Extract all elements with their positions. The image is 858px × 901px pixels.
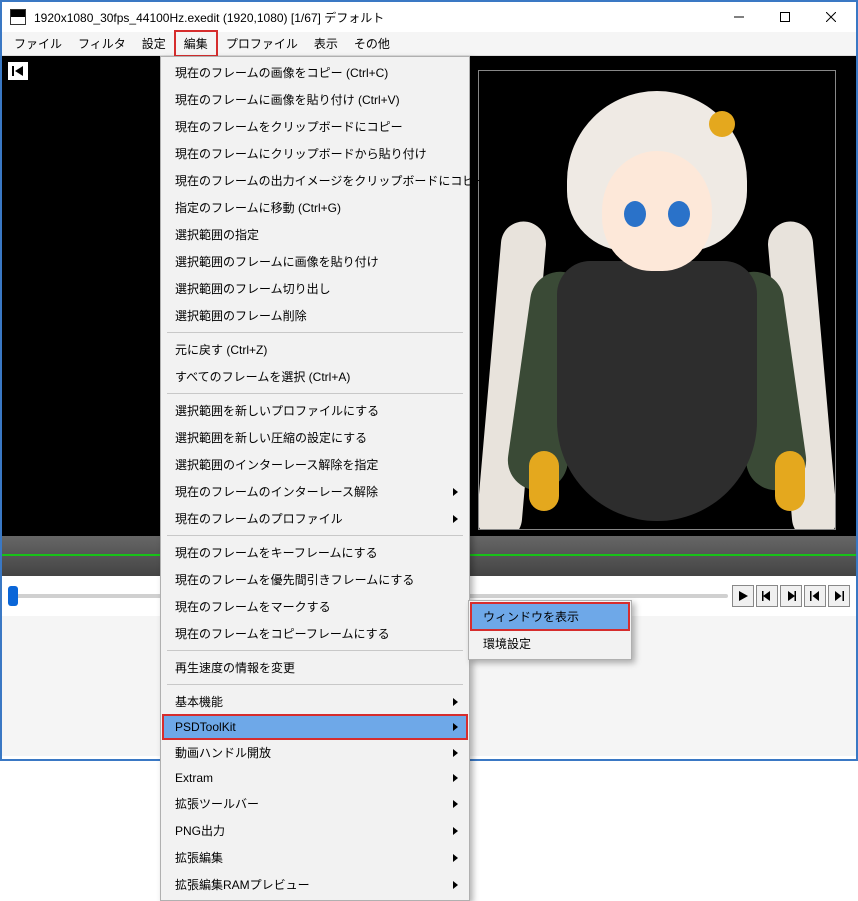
- edit-menu-item[interactable]: すべてのフレームを選択 (Ctrl+A): [163, 363, 467, 390]
- edit-menu-item[interactable]: 現在のフレームをキーフレームにする: [163, 539, 467, 566]
- edit-menu-item[interactable]: 現在のフレームのインターレース解除: [163, 478, 467, 505]
- edit-menu-item[interactable]: 基本機能: [163, 688, 467, 715]
- edit-menu-item[interactable]: 現在のフレームのプロファイル: [163, 505, 467, 532]
- menu-separator: [167, 650, 463, 651]
- edit-menu-item[interactable]: 現在のフレームの出力イメージをクリップボードにコピー: [163, 167, 467, 194]
- prev-frame-button[interactable]: [756, 585, 778, 607]
- seekbar-thumb[interactable]: [8, 586, 18, 606]
- window-controls: [716, 2, 854, 32]
- titlebar: 1920x1080_30fps_44100Hz.exedit (1920,108…: [2, 2, 856, 32]
- character-image: [479, 71, 835, 529]
- edit-menu-item[interactable]: PNG出力: [163, 817, 467, 844]
- menu-separator: [167, 684, 463, 685]
- window-title: 1920x1080_30fps_44100Hz.exedit (1920,108…: [32, 9, 716, 26]
- submenu-arrow-icon: [451, 723, 459, 731]
- edit-menu-item[interactable]: 指定のフレームに移動 (Ctrl+G): [163, 194, 467, 221]
- submenu-arrow-icon: [451, 774, 459, 782]
- submenu-arrow-icon: [451, 698, 459, 706]
- submenu-item[interactable]: 環境設定: [471, 630, 629, 657]
- menu-separator: [167, 535, 463, 536]
- menubar: ファイルフィルタ設定編集プロファイル表示その他: [2, 32, 856, 56]
- edit-menu-item[interactable]: PSDToolKit: [163, 715, 467, 739]
- close-button[interactable]: [808, 2, 854, 32]
- edit-menu-item[interactable]: 選択範囲を新しいプロファイルにする: [163, 397, 467, 424]
- menu-item-4[interactable]: プロファイル: [218, 32, 306, 55]
- menu-item-5[interactable]: 表示: [306, 32, 346, 55]
- edit-menu-item[interactable]: 現在のフレームをコピーフレームにする: [163, 620, 467, 647]
- edit-menu-item[interactable]: Extram: [163, 766, 467, 790]
- submenu-arrow-icon: [451, 515, 459, 523]
- seek-start-icon[interactable]: [8, 62, 28, 80]
- submenu-arrow-icon: [451, 881, 459, 889]
- menu-item-6[interactable]: その他: [346, 32, 398, 55]
- preview-left-strip: [2, 56, 34, 536]
- submenu-arrow-icon: [451, 749, 459, 757]
- play-button[interactable]: [732, 585, 754, 607]
- edit-dropdown: 現在のフレームの画像をコピー (Ctrl+C)現在のフレームに画像を貼り付け (…: [160, 56, 470, 901]
- menu-separator: [167, 393, 463, 394]
- submenu-arrow-icon: [451, 488, 459, 496]
- maximize-button[interactable]: [762, 2, 808, 32]
- edit-menu-item[interactable]: 選択範囲を新しい圧縮の設定にする: [163, 424, 467, 451]
- preview-canvas: [478, 70, 836, 530]
- edit-menu-item[interactable]: 拡張ツールバー: [163, 790, 467, 817]
- edit-menu-item[interactable]: 選択範囲のフレーム削除: [163, 302, 467, 329]
- edit-menu-item[interactable]: 現在のフレームを優先間引きフレームにする: [163, 566, 467, 593]
- edit-menu-item[interactable]: 再生速度の情報を変更: [163, 654, 467, 681]
- edit-menu-item[interactable]: 現在のフレームの画像をコピー (Ctrl+C): [163, 59, 467, 86]
- submenu-arrow-icon: [451, 827, 459, 835]
- minimize-button[interactable]: [716, 2, 762, 32]
- submenu-arrow-icon: [451, 800, 459, 808]
- edit-menu-item[interactable]: 拡張編集RAMプレビュー: [163, 871, 467, 898]
- menu-item-2[interactable]: 設定: [134, 32, 174, 55]
- next-frame-button[interactable]: [780, 585, 802, 607]
- edit-menu-item[interactable]: 現在のフレームをマークする: [163, 593, 467, 620]
- edit-menu-item[interactable]: 元に戻す (Ctrl+Z): [163, 336, 467, 363]
- menu-item-1[interactable]: フィルタ: [70, 32, 134, 55]
- last-frame-button[interactable]: [828, 585, 850, 607]
- edit-menu-item[interactable]: 現在のフレームにクリップボードから貼り付け: [163, 140, 467, 167]
- edit-menu-item[interactable]: 選択範囲のフレーム切り出し: [163, 275, 467, 302]
- edit-menu-item[interactable]: 現在のフレームをクリップボードにコピー: [163, 113, 467, 140]
- edit-menu-item[interactable]: 選択範囲の指定: [163, 221, 467, 248]
- transport-controls: [732, 585, 850, 607]
- menu-separator: [167, 332, 463, 333]
- menu-item-3[interactable]: 編集: [174, 30, 218, 57]
- menu-item-0[interactable]: ファイル: [6, 32, 70, 55]
- edit-menu-item[interactable]: 選択範囲のインターレース解除を指定: [163, 451, 467, 478]
- first-frame-button[interactable]: [804, 585, 826, 607]
- edit-menu-item[interactable]: 動画ハンドル開放: [163, 739, 467, 766]
- submenu-item[interactable]: ウィンドウを表示: [471, 603, 629, 630]
- edit-menu-item[interactable]: 現在のフレームに画像を貼り付け (Ctrl+V): [163, 86, 467, 113]
- edit-menu-item[interactable]: 拡張編集: [163, 844, 467, 871]
- submenu-arrow-icon: [451, 854, 459, 862]
- psdtoolkit-submenu: ウィンドウを表示環境設定: [468, 600, 632, 660]
- edit-menu-item[interactable]: 選択範囲のフレームに画像を貼り付け: [163, 248, 467, 275]
- app-icon: [10, 9, 26, 25]
